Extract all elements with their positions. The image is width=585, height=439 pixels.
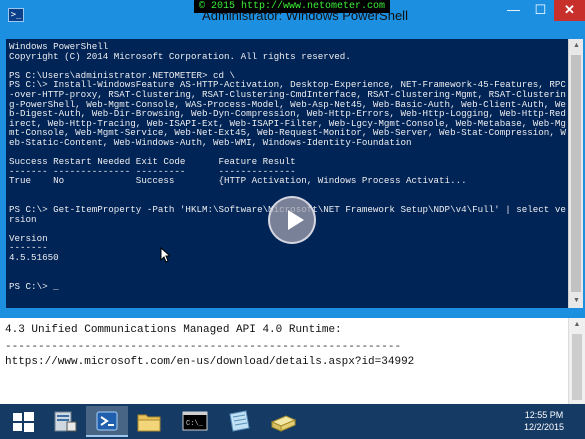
watermark: © 2015 http://www.netometer.com — [194, 0, 390, 13]
mouse-cursor-icon — [160, 247, 170, 263]
doc-separator: ----------------------------------------… — [5, 341, 402, 353]
server-manager-icon — [54, 411, 77, 432]
taskbar-notepad[interactable] — [218, 406, 260, 437]
clock-date: 12/2/2015 — [523, 422, 565, 432]
taskbar-powershell[interactable] — [86, 406, 128, 437]
play-button[interactable] — [268, 196, 316, 244]
taskbar-server-manager[interactable] — [44, 406, 86, 437]
taskbar-file-explorer[interactable] — [128, 406, 170, 437]
start-icon — [13, 412, 34, 432]
document-panel: 4.3 Unified Communications Managed API 4… — [0, 318, 585, 404]
powershell-window: >_ Administrator: Windows PowerShell — ☐… — [0, 0, 585, 318]
taskbar-installer[interactable] — [262, 406, 304, 437]
console-text: Windows PowerShell Copyright (C) 2014 Mi… — [9, 41, 566, 292]
close-button[interactable]: ✕ — [554, 0, 585, 21]
doc-url[interactable]: https://www.microsoft.com/en-us/download… — [5, 355, 414, 369]
powershell-icon — [96, 411, 118, 431]
scroll-thumb[interactable] — [572, 334, 582, 400]
scroll-down-arrow-icon[interactable]: ▼ — [569, 294, 584, 308]
scroll-up-arrow-icon[interactable]: ▲ — [569, 39, 584, 53]
start-button[interactable] — [2, 406, 44, 437]
maximize-button[interactable]: ☐ — [527, 0, 554, 21]
minimize-button[interactable]: — — [500, 0, 527, 21]
svg-text:C:\_: C:\_ — [186, 420, 204, 428]
clock-time: 12:55 PM — [524, 410, 564, 420]
taskbar-clock[interactable]: 12:55 PM 12/2/2015 — [515, 409, 573, 433]
console-scrollbar[interactable]: ▲ ▼ — [568, 39, 583, 308]
taskbar-command-prompt[interactable]: C:\_ — [174, 406, 216, 437]
installer-icon — [270, 415, 297, 432]
scroll-thumb[interactable] — [571, 55, 581, 292]
file-explorer-icon — [137, 414, 161, 432]
taskbar: C:\_ 12:55 PM 12/2/2015 — [0, 404, 585, 439]
notepad-icon — [229, 410, 250, 432]
doc-heading: 4.3 Unified Communications Managed API 4… — [5, 324, 342, 336]
scroll-up-arrow-icon[interactable]: ▲ — [569, 318, 585, 332]
powershell-icon[interactable]: >_ — [8, 8, 24, 22]
command-prompt-icon: C:\_ — [182, 411, 208, 431]
document-scrollbar[interactable]: ▲ — [568, 318, 585, 404]
console-output[interactable]: Windows PowerShell Copyright (C) 2014 Mi… — [6, 39, 568, 308]
